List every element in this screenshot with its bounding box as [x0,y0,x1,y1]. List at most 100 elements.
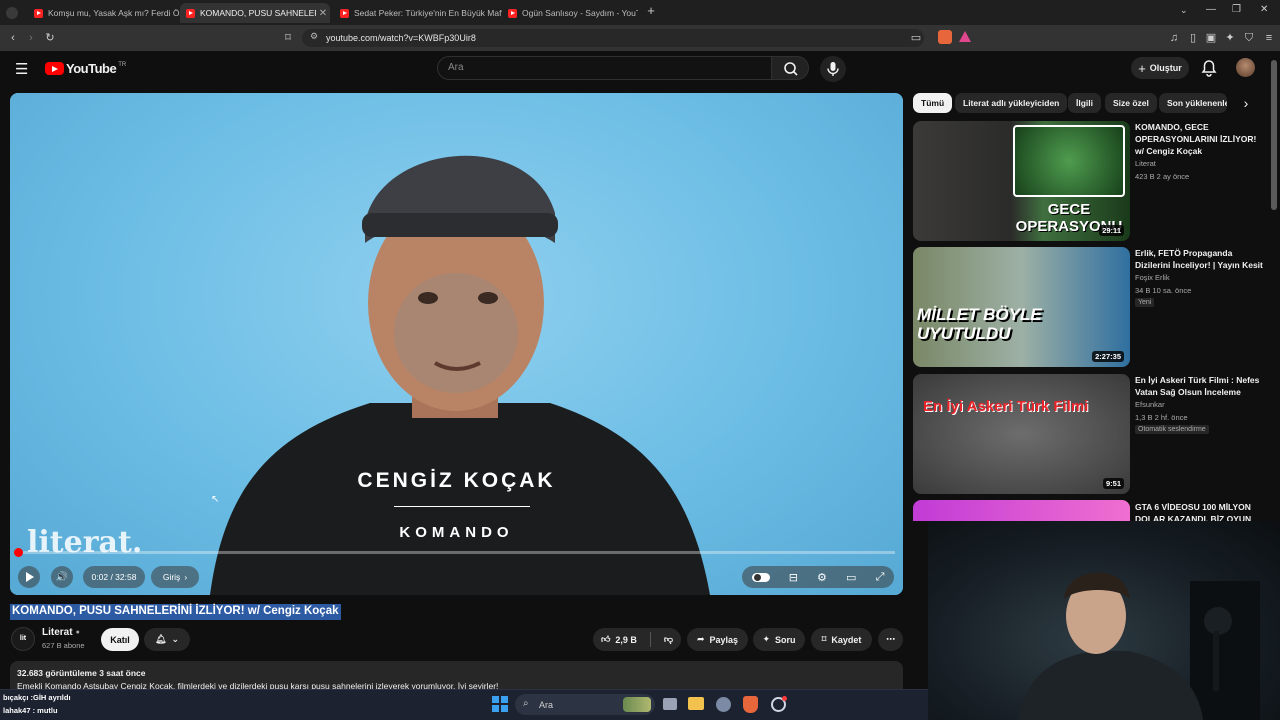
play-button[interactable] [18,566,40,588]
leo-ai-icon[interactable]: ✦ [1223,31,1237,45]
chip-for-you[interactable]: Size özel [1105,93,1157,113]
fullscreen-icon[interactable]: ⤢ [876,571,885,584]
recommendation-channel[interactable]: Literat [1135,158,1156,170]
recommendation-thumbnail[interactable]: MİLLET BÖYLE UYUTULDU 2:27:35 [913,247,1130,367]
channel-name[interactable]: Literat ● [42,627,80,638]
chapter-button[interactable]: Giriş › [151,566,199,588]
windows-start-icon[interactable] [492,696,508,712]
forward-icon[interactable]: › [24,31,38,45]
media-icon[interactable]: ♫ [1167,31,1181,45]
youtube-favicon-icon [340,8,349,18]
youtube-logo-text: YouTube [66,61,117,76]
tab-list-chevron-icon[interactable]: ⌄ [1180,5,1188,16]
subscribed-bell-button[interactable]: 🔔︎ ⌄ [144,628,190,651]
like-divider [649,632,651,647]
brave-shield-icon[interactable] [938,30,952,44]
video-frame: CENGİZ KOÇAK KOMANDO literat. [10,93,903,595]
cast-icon[interactable]: ▭ [909,31,923,45]
browser-tab-strip: Komşu mu, Yasak Aşk mı? Ferdi Özdemir KO… [0,0,1280,25]
share-button[interactable]: ➦ Paylaş [687,628,748,651]
sparkle-icon: ✦ [762,634,771,644]
file-explorer-icon[interactable] [688,697,704,710]
like-dislike-group: 👍︎ 2,9 B 👎︎ [593,628,681,651]
chevron-right-icon: › [184,572,188,582]
tab-search-icon[interactable] [0,3,26,23]
chip-related[interactable]: İlgili [1068,93,1101,113]
site-info-icon[interactable]: ⚙ [310,31,318,42]
sidebar-icon[interactable]: ▯ [1186,31,1200,45]
address-bar[interactable]: ⚙ youtube.com/watch?v=KWBFp30Uir8 [302,29,924,47]
settings-gear-icon[interactable]: ⚙ [817,571,827,584]
like-button[interactable]: 👍︎ 2,9 B [601,634,637,645]
recommendation-channel[interactable]: Foşix Erlik [1135,272,1170,284]
chip-all[interactable]: Tümü [913,93,953,113]
view-count-date: 32.683 görüntüleme 3 saat önce [17,668,146,678]
browser-tab[interactable]: Sedat Peker: Türkiye'nin En Büyük Mafya [334,3,502,23]
autoplay-toggle-icon[interactable] [751,572,770,582]
chat-line: lahak47 : mutlu [3,706,58,715]
recommendation-title[interactable]: GTA 6 VİDEOSU 100 MİLYON DOLAR KAZANDI, … [1135,501,1265,521]
mute-button[interactable]: 🔊 [51,566,73,588]
close-window-icon[interactable]: ✕ [1260,4,1268,15]
search-input[interactable]: Ara [437,56,772,80]
brave-browser-icon[interactable] [743,696,758,713]
close-tab-icon[interactable]: ✕ [316,8,330,19]
share-arrow-icon: ➦ [696,634,705,644]
more-actions-button[interactable]: ⋯ [878,628,903,651]
progress-scrubber[interactable] [14,548,23,557]
wallet-icon[interactable]: ▣ [1204,31,1218,45]
dislike-button[interactable]: 👎︎ [664,634,673,645]
search-button[interactable] [771,56,809,80]
maximize-icon[interactable]: ❐ [1232,4,1241,15]
recommendation-thumbnail[interactable] [913,500,1130,521]
progress-bar[interactable] [14,548,895,557]
youtube-favicon-icon [34,8,43,18]
browser-tab[interactable]: Komşu mu, Yasak Aşk mı? Ferdi Özdemir [28,3,196,23]
region-code: TR [118,61,127,68]
search-icon [784,62,798,76]
more-horiz-icon: ⋯ [886,634,895,644]
recommendation-thumbnail[interactable]: GECE OPERASYONU 29:11 [913,121,1130,241]
browser-tab-active[interactable]: KOMANDO, PUSU SAHNELERİNİ İZLİYOR✕ [180,3,330,23]
page-scrollbar[interactable] [1271,60,1277,210]
bookmark-icon[interactable]: ⌑ [281,31,295,45]
recommendation-meta: 423 B 2 ay önce [1135,172,1190,181]
save-button[interactable]: ⌑ Kaydet [811,628,872,651]
recommendation-channel[interactable]: Efsunkar [1135,399,1165,411]
subtitles-icon[interactable]: ⊟ [789,571,798,584]
vpn-icon[interactable]: ⛉ [1242,31,1256,45]
settings-app-icon[interactable] [716,697,731,712]
new-tab-button[interactable]: + [644,3,658,21]
tab-title: Komşu mu, Yasak Aşk mı? Ferdi Özdemir [48,8,196,18]
menu-icon[interactable]: ≡ [1262,31,1276,45]
ask-button[interactable]: ✦ Soru [753,628,805,651]
join-button[interactable]: Katıl [101,628,139,651]
recommendation-title[interactable]: Erlik, FETÖ Propaganda Dizilerini İnceli… [1135,247,1265,271]
video-player[interactable]: CENGİZ KOÇAK KOMANDO literat. 🔊 0:02 / 3… [10,93,903,595]
minimize-icon[interactable]: — [1206,4,1216,15]
recommendation-title[interactable]: En İyi Askeri Türk Filmi : Nefes Vatan S… [1135,374,1265,398]
notifications-bell-icon[interactable] [1201,59,1217,82]
account-avatar[interactable] [1236,58,1255,77]
browser-tab[interactable]: Ogün Sanlısoy - Saydım - YouTube [502,3,638,23]
voice-search-button[interactable] [820,56,846,82]
chevron-down-icon: ⌄ [171,634,179,644]
recommendation-thumbnail[interactable]: En İyi Askeri Türk Filmi 9:51 [913,374,1130,494]
back-icon[interactable]: ‹ [6,31,20,45]
create-button[interactable]: + Oluştur [1131,57,1189,79]
tab-title: Sedat Peker: Türkiye'nin En Büyük Mafya [354,8,502,18]
channel-avatar[interactable]: lit [11,627,35,651]
chips-next-chevron-icon[interactable]: › [1236,93,1256,113]
youtube-logo[interactable]: YouTube TR [45,61,126,76]
chip-recent[interactable]: Son yüklenenler [1159,93,1227,113]
chip-from-uploader[interactable]: Literat adlı yükleyiciden [955,93,1068,113]
task-view-icon[interactable] [663,698,677,710]
role-overlay: KOMANDO [399,524,514,541]
taskbar-search-input[interactable]: ⌕ Ara [515,694,655,715]
reload-icon[interactable]: ↻ [43,31,57,45]
guide-menu-icon[interactable]: ☰ [15,60,28,78]
brave-rewards-icon[interactable] [959,31,971,42]
miniplayer-icon[interactable]: ▭ [846,571,856,584]
chat-line: bıçakçı :GİH ayrıldı [3,693,71,702]
recommendation-title[interactable]: KOMANDO, GECE OPERASYONLARINI İZLİYOR! w… [1135,121,1265,157]
